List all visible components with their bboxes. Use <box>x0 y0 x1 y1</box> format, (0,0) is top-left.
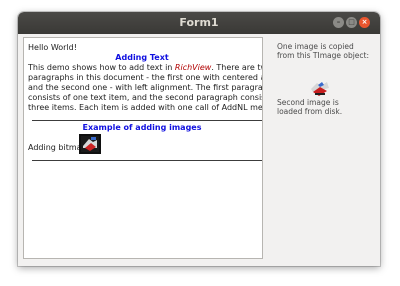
minimize-button[interactable]: – <box>333 17 344 28</box>
heading-adding-images: Example of adding images <box>82 123 202 132</box>
paragraph-line-2: paragraphs in this document - the first … <box>28 73 262 82</box>
greeting-text: Hello World! <box>28 43 77 52</box>
paragraph-line-3: and the second one - with left alignment… <box>28 83 263 92</box>
loaded-caption-line-2: loaded from disk. <box>277 107 343 116</box>
close-button[interactable]: × <box>359 17 370 28</box>
copied-caption-line-1: One image is copied <box>277 42 354 51</box>
horizontal-rule <box>32 120 262 121</box>
copied-caption-line-2: from this TImage object: <box>277 51 369 60</box>
paragraph-line-5: three items. Each item is added with one… <box>28 103 263 112</box>
paragraph-line-1-start: This demo shows how to add text in <box>28 63 175 72</box>
heading-adding-text: Adding Text <box>115 53 169 62</box>
paragraph-line-1: This demo shows how to add text in RichV… <box>28 63 262 73</box>
rich-view-editor[interactable]: Hello World! Adding Text This demo shows… <box>23 37 263 259</box>
richview-italic-text: RichView <box>174 63 212 72</box>
window-title: Form1 <box>179 16 219 29</box>
bitmap-image-icon <box>79 134 101 154</box>
horizontal-rule-bottom <box>32 160 262 161</box>
app-window: Form1 – □ × Hello World! Adding Text Thi… <box>18 12 380 266</box>
maximize-button[interactable]: □ <box>346 17 357 28</box>
title-bar[interactable]: Form1 – □ × <box>18 12 380 34</box>
paragraph-line-1-end: . There are two <box>211 63 262 72</box>
paragraph-line-4: consists of one text item, and the secon… <box>28 93 263 102</box>
bitmap-label: Adding bitmap <box>28 143 87 152</box>
loaded-caption-line-1: Second image is <box>277 98 339 107</box>
timage-icon <box>311 82 329 96</box>
